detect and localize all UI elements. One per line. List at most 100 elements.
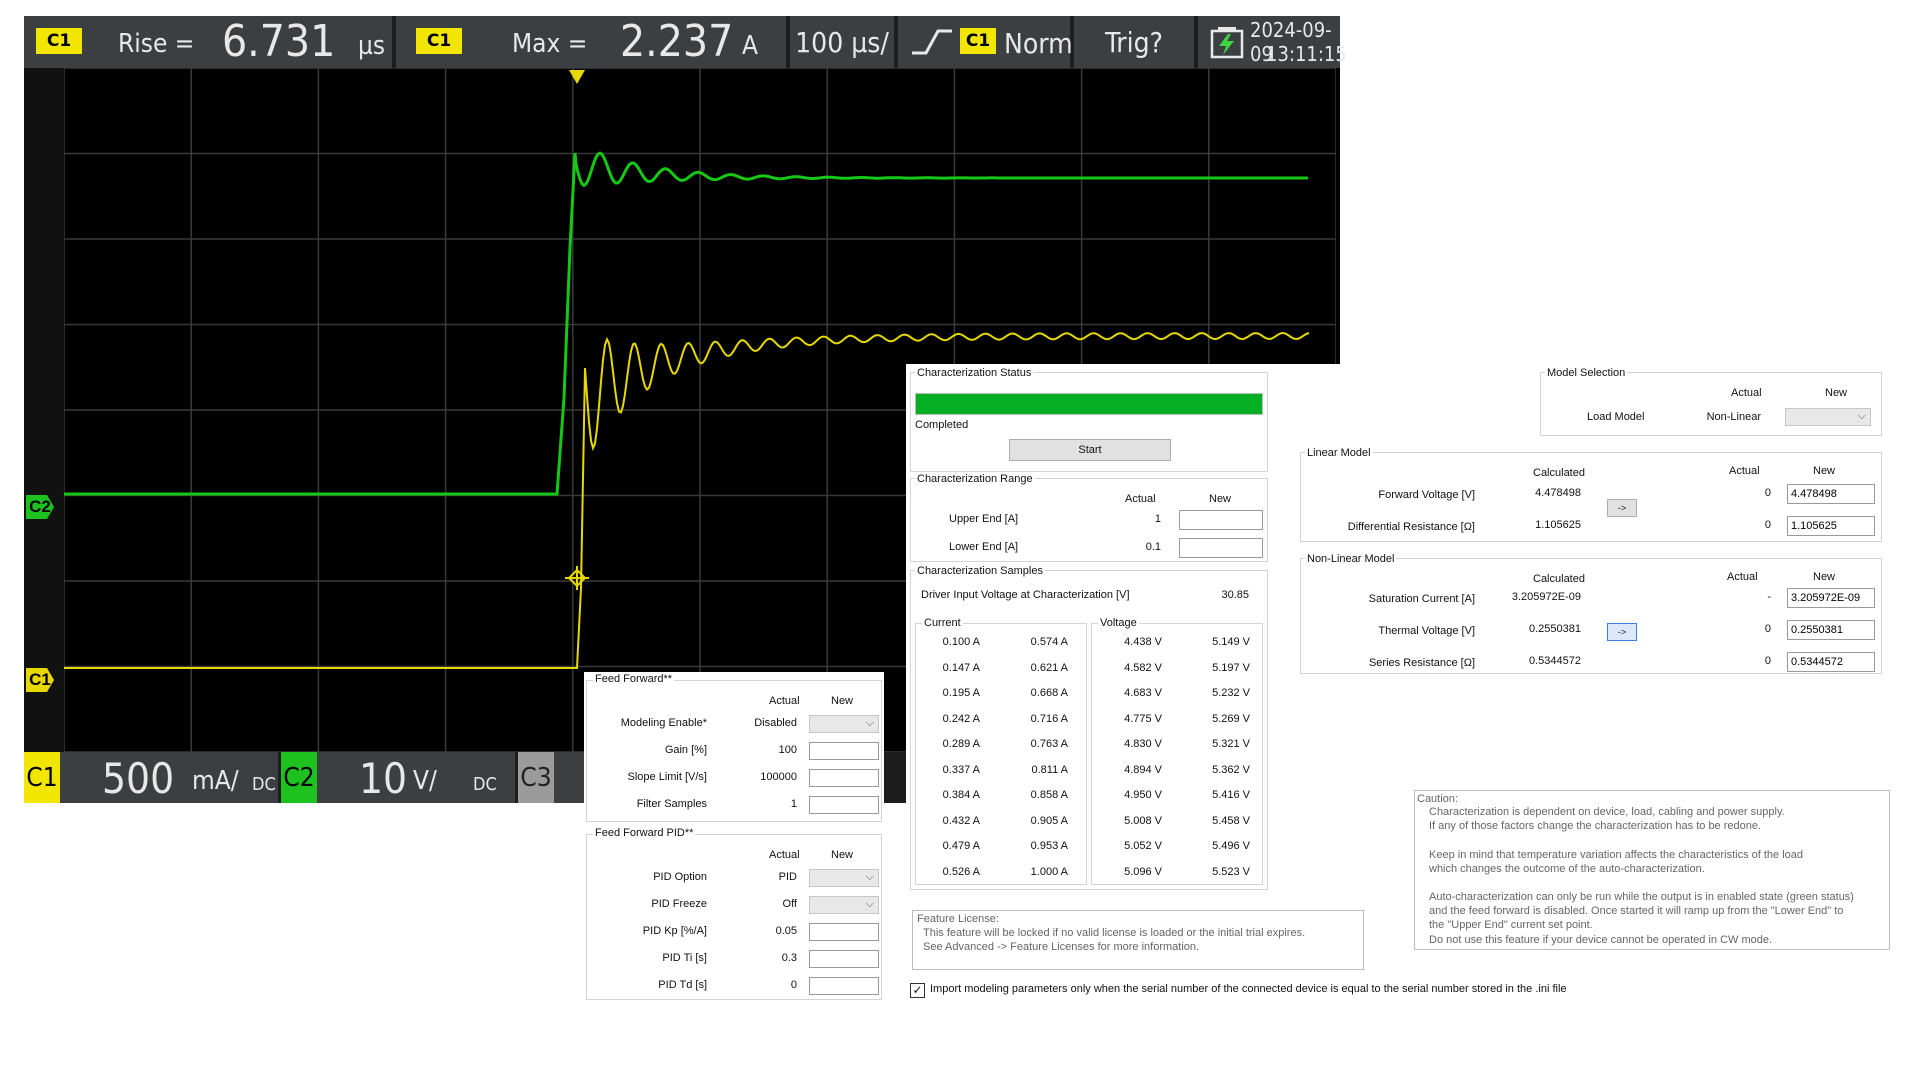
- checkmark-icon: ✓: [912, 983, 923, 997]
- modeling-enable-select[interactable]: ⌵: [809, 715, 879, 733]
- pid-row-label: PID Freeze: [651, 898, 707, 910]
- current-sample: 0.953 A: [1030, 840, 1068, 852]
- pid-td-input[interactable]: [809, 977, 879, 995]
- nonlinear-row-label: Thermal Voltage [V]: [1378, 625, 1475, 637]
- saturation-current-input[interactable]: [1787, 588, 1875, 608]
- ch2-scale[interactable]: 10 V/ DC: [317, 752, 515, 803]
- differential-resistance-input[interactable]: [1787, 516, 1875, 536]
- nonlinear-model-title: Non-Linear Model: [1305, 553, 1397, 565]
- nonlinear-col-new: New: [1813, 571, 1836, 583]
- chevron-down-icon: ⌵: [865, 898, 874, 910]
- voltage-sample: 5.096 V: [1124, 865, 1162, 878]
- feature-license-line2: See Advanced -> Feature Licenses for mor…: [923, 941, 1200, 953]
- meas1-unit: µs: [358, 31, 386, 61]
- gain-input[interactable]: [809, 742, 879, 760]
- range-col-actual: Actual: [1125, 493, 1156, 505]
- pid-row-label: PID Ti [s]: [662, 952, 707, 964]
- pid-kp-input[interactable]: [809, 923, 879, 941]
- current-sample: 0.621 A: [1030, 661, 1068, 674]
- voltage-sample: 5.052 V: [1124, 840, 1162, 852]
- filter-samples-input[interactable]: [809, 796, 879, 814]
- model-selection-title: Model Selection: [1545, 367, 1628, 379]
- feed-forward-group: Feed Forward** Actual New Modeling Enabl…: [586, 673, 882, 822]
- battery-charging-icon: [1210, 27, 1244, 59]
- voltage-sample: 5.197 V: [1212, 661, 1250, 674]
- nonlinear-apply-button[interactable]: ->: [1607, 623, 1637, 641]
- series-resistance-input[interactable]: [1787, 652, 1875, 672]
- voltage-sample: 5.523 V: [1212, 865, 1250, 878]
- thermal-voltage-input[interactable]: [1787, 620, 1875, 640]
- voltage-sample: 5.008 V: [1124, 814, 1162, 827]
- current-sample: 0.195 A: [942, 687, 980, 699]
- voltage-sample: 4.683 V: [1124, 687, 1162, 699]
- current-sample: 0.289 A: [942, 738, 980, 750]
- ff-row-label: Modeling Enable*: [620, 717, 707, 729]
- caution-p3c: the "Upper End" current set point.: [1429, 919, 1593, 931]
- pid-freeze-select[interactable]: ⌵: [809, 896, 879, 914]
- scope-top-bar: C1 Rise = 6.731 µs C1 Max = 2.237 A 100 …: [24, 16, 1347, 68]
- caution-p4: Do not use this feature if your device c…: [1429, 934, 1773, 946]
- ff-col-new: New: [831, 695, 854, 707]
- linear-row-actual: 0: [1764, 519, 1771, 531]
- feed-forward-pid-group: Feed Forward PID** Actual New PID Option…: [586, 827, 882, 1000]
- ch1-coupling: DC: [252, 774, 276, 795]
- ch1-scale[interactable]: 500 mA/ DC: [60, 752, 278, 803]
- caution-p1b: If any of those factors change the chara…: [1429, 820, 1762, 832]
- upper-end-input[interactable]: [1179, 510, 1263, 530]
- lower-end-input[interactable]: [1179, 538, 1263, 558]
- import-checkbox-row: ✓ Import modeling parameters only when t…: [910, 982, 1670, 1000]
- rise-measurement: C1 Rise = 6.731 µs: [24, 16, 392, 68]
- current-samples-box: Current 0.100 A 0.147 A 0.195 A 0.242 A 0.28…: [915, 617, 1087, 885]
- pid-row-label: PID Td [s]: [658, 979, 707, 991]
- ch2-badge[interactable]: C2: [281, 752, 317, 803]
- timebase-readout[interactable]: 100 µs/: [790, 16, 894, 68]
- meas2-channel-badge: C1: [416, 28, 462, 54]
- forward-voltage-input[interactable]: [1787, 484, 1875, 504]
- nonlinear-col-calc: Calculated: [1533, 573, 1585, 585]
- current-sample: 0.668 A: [1030, 687, 1068, 699]
- import-checkbox[interactable]: ✓: [910, 983, 925, 998]
- feature-license-title: Feature License:: [917, 913, 999, 925]
- caution-box: Caution: Characterization is dependent o…: [1414, 790, 1890, 950]
- nonlinear-row-label: Series Resistance [Ω]: [1368, 657, 1475, 669]
- current-sample: 1.000 A: [1030, 865, 1068, 878]
- scope-time: 13:11:15: [1266, 42, 1347, 66]
- voltage-sample: 5.321 V: [1212, 738, 1250, 750]
- caution-p2b: which changes the outcome of the auto-ch…: [1429, 863, 1705, 875]
- current-sample: 0.858 A: [1030, 789, 1068, 801]
- trigger-setting[interactable]: C1 Norm: [898, 16, 1073, 68]
- current-sample: 0.479 A: [942, 840, 980, 852]
- char-status-title: Characterization Status: [915, 367, 1034, 379]
- current-sample: 0.147 A: [942, 661, 980, 674]
- char-status-text: Completed: [915, 419, 969, 431]
- upper-end-actual: 1: [1154, 513, 1161, 525]
- pid-row-actual: 0.05: [775, 925, 797, 937]
- driver-voltage-label: Driver Input Voltage at Characterization…: [921, 589, 1130, 601]
- pid-row-actual: 0.3: [781, 952, 797, 964]
- load-model-select[interactable]: ⌵: [1785, 408, 1871, 426]
- voltage-sample: 4.438 V: [1124, 636, 1162, 648]
- voltage-sample: 5.362 V: [1212, 763, 1250, 776]
- linear-model-group: Linear Model Calculated Actual New Forwa…: [1300, 447, 1882, 542]
- voltage-samples-box: Voltage 4.438 V 4.582 V 4.683 V 4.775 V 4.83…: [1091, 617, 1263, 885]
- pid-row-label: PID Option: [653, 871, 707, 883]
- start-button[interactable]: Start: [1009, 439, 1171, 461]
- ff-col-actual: Actual: [769, 695, 800, 707]
- nonlinear-row-actual: 0: [1764, 655, 1771, 667]
- datetime-area: 2024-09-09 13:11:15: [1198, 16, 1347, 68]
- ff-row-actual: 1: [790, 798, 797, 810]
- ch3-badge[interactable]: C3: [518, 752, 554, 803]
- ch1-badge[interactable]: C1: [24, 752, 60, 803]
- feature-license-line1: This feature will be locked if no valid …: [923, 927, 1306, 939]
- linear-row-calc: 1.105625: [1535, 519, 1581, 531]
- slope-limit-input[interactable]: [809, 769, 879, 787]
- voltage-sample: 5.496 V: [1212, 840, 1250, 852]
- pid-option-select[interactable]: ⌵: [809, 869, 879, 887]
- pid-ti-input[interactable]: [809, 950, 879, 968]
- current-sample: 0.716 A: [1030, 712, 1068, 725]
- chevron-down-icon: ⌵: [865, 717, 874, 729]
- linear-apply-button[interactable]: ->: [1607, 499, 1637, 517]
- trigger-mode: Norm: [1004, 27, 1073, 60]
- lower-end-label: Lower End [A]: [949, 541, 1019, 553]
- nonlinear-row-calc: 0.5344572: [1529, 655, 1581, 667]
